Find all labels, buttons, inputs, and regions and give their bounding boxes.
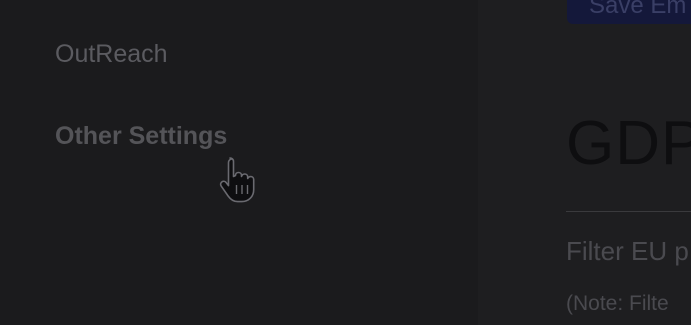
save-button[interactable]: Save Em: [567, 0, 691, 24]
filter-label: Filter EU p: [566, 236, 689, 266]
note-text: (Note: Filte: [566, 292, 669, 315]
sidebar-item-other-settings[interactable]: Other Settings: [55, 122, 227, 151]
sidebar-item-outreach[interactable]: OutReach: [55, 40, 168, 69]
divider: [566, 211, 691, 212]
main-content: Save Em GDP Filter EU p (Note: Filte: [478, 0, 691, 325]
section-title: GDP: [566, 109, 691, 178]
hand-pointer-icon: [219, 157, 255, 203]
settings-page: OutReach Other Settings Save Em GDP Filt…: [0, 0, 691, 325]
